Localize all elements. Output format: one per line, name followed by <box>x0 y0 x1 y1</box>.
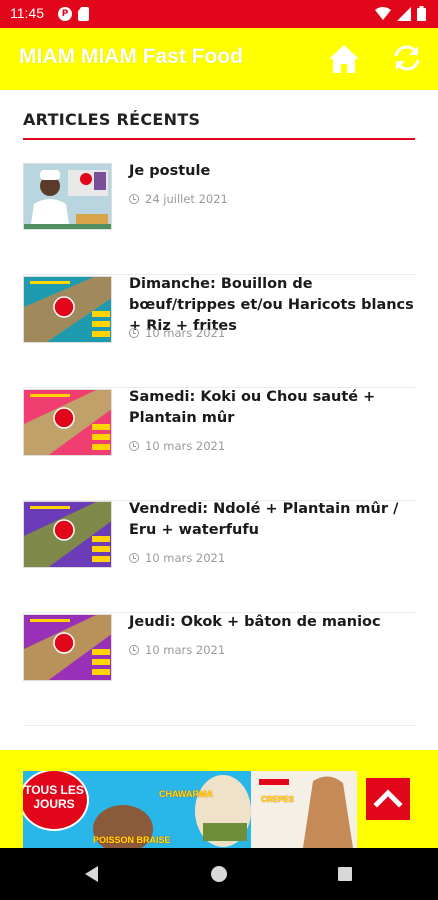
app-title: MIAM MIAM Fast Food <box>19 45 243 68</box>
scroll-to-top-button[interactable] <box>366 778 410 820</box>
home-circle-icon[interactable] <box>211 866 227 882</box>
food-menu-image <box>24 277 111 342</box>
article-item[interactable]: Vendredi: Ndolé + Plantain mûr / Eru + w… <box>23 501 415 613</box>
article-thumbnail[interactable] <box>23 501 112 568</box>
banner-line1: TOUS LES <box>24 783 84 797</box>
battery-icon <box>417 6 426 21</box>
date-text: 10 mars 2021 <box>145 551 226 565</box>
refresh-icon <box>394 45 420 71</box>
date-text: 10 mars 2021 <box>145 643 226 657</box>
food-menu-image <box>24 615 111 680</box>
status-time: 11:45 <box>10 5 44 21</box>
article-title[interactable]: Je postule <box>129 161 415 182</box>
food-menu-image <box>24 390 111 455</box>
clock-icon <box>129 645 139 655</box>
date-text: 24 juillet 2021 <box>145 192 228 206</box>
date-text: 10 mars 2021 <box>145 326 226 340</box>
article-item[interactable]: Samedi: Koki ou Chou sauté + Plantain mû… <box>23 389 415 501</box>
article-title[interactable]: Samedi: Koki ou Chou sauté + Plantain mû… <box>129 387 415 429</box>
app-bar: MIAM MIAM Fast Food <box>0 28 438 90</box>
article-title[interactable]: Jeudi: Okok + bâton de manioc <box>129 612 415 633</box>
article-item[interactable]: Dimanche: Bouillon de bœuf/trippes et/ou… <box>23 276 415 388</box>
home-button[interactable] <box>328 44 360 74</box>
article-thumbnail[interactable] <box>23 389 112 456</box>
article-date: 10 mars 2021 <box>129 643 225 657</box>
notification-icons: P <box>58 7 89 21</box>
promo-banner[interactable]: TOUS LES JOURS CHAWARMA CREPES POISSON B… <box>23 771 357 848</box>
article-item[interactable]: Je postule 24 juillet 2021 <box>23 163 415 275</box>
sim-card-icon <box>78 7 89 21</box>
back-icon[interactable] <box>85 866 98 882</box>
navigation-bar <box>0 848 438 900</box>
banner-line2: JOURS <box>33 797 75 811</box>
refresh-button[interactable] <box>392 43 422 73</box>
article-item[interactable]: Jeudi: Okok + bâton de manioc 10 mars 20… <box>23 614 415 726</box>
banner-area: TOUS LES JOURS CHAWARMA CREPES POISSON B… <box>0 750 438 848</box>
article-date: 10 mars 2021 <box>129 439 225 453</box>
article-thumbnail[interactable] <box>23 276 112 343</box>
clock-icon <box>129 194 139 204</box>
recents-icon[interactable] <box>338 867 352 881</box>
status-bar: 11:45 P <box>0 0 438 28</box>
section-title: ARTICLES RÉCENTS <box>23 110 201 129</box>
banner-poisson: POISSON BRAISE <box>93 835 171 845</box>
signal-icon <box>397 6 411 21</box>
home-icon <box>329 45 359 73</box>
article-thumbnail[interactable] <box>23 163 112 230</box>
date-text: 10 mars 2021 <box>145 439 226 453</box>
banner-chawarma: CHAWARMA <box>159 789 213 799</box>
clock-icon <box>129 328 139 338</box>
food-menu-image <box>24 502 111 567</box>
app-notification-icon: P <box>58 7 72 21</box>
article-date: 10 mars 2021 <box>129 551 225 565</box>
article-title[interactable]: Vendredi: Ndolé + Plantain mûr / Eru + w… <box>129 499 415 541</box>
clock-icon <box>129 553 139 563</box>
article-date: 24 juillet 2021 <box>129 192 228 206</box>
system-icons <box>375 6 426 21</box>
chef-image <box>24 164 111 229</box>
article-date: 10 mars 2021 <box>129 326 225 340</box>
chevron-up-icon <box>373 789 403 808</box>
wifi-icon <box>375 6 391 20</box>
article-thumbnail[interactable] <box>23 614 112 681</box>
section-header: ARTICLES RÉCENTS <box>23 110 415 140</box>
clock-icon <box>129 441 139 451</box>
banner-crepes: CREPES <box>261 795 294 804</box>
